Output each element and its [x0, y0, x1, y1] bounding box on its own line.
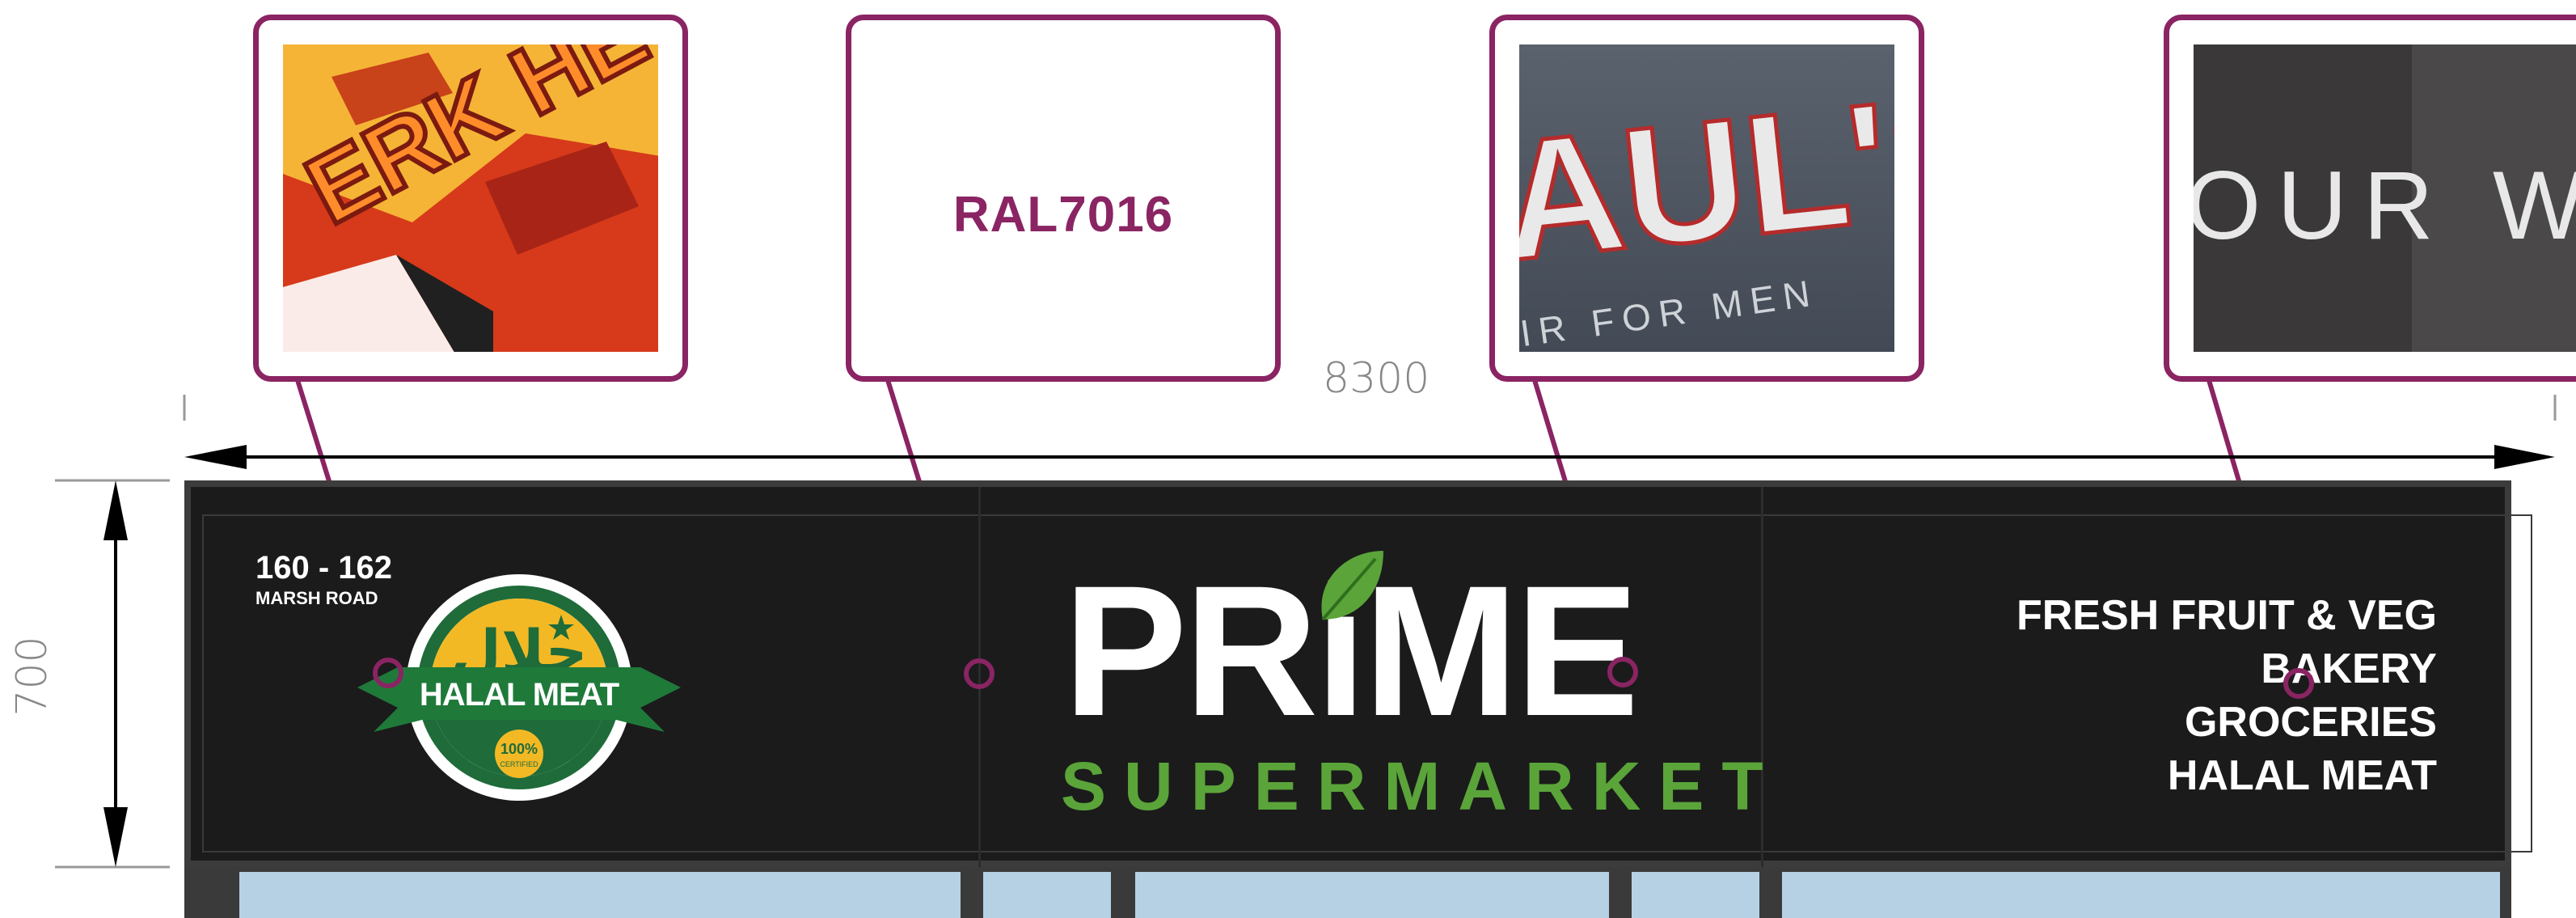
- badge-ribbon-text: HALAL MEAT: [420, 677, 619, 713]
- halal-badge-icon: حلال HALAL MEAT 100% CERTIFIED: [357, 574, 681, 801]
- services-list: FRESH FRUIT & VEG BAKERY GROCERIES HALAL…: [1871, 589, 2437, 802]
- leaf-icon: [1321, 551, 1383, 621]
- prime-logo-me: ME: [1363, 547, 1639, 755]
- window-pane-4: [1632, 872, 1759, 918]
- window-pane-2: [983, 872, 1111, 918]
- height-dimension-label: 700: [7, 636, 57, 717]
- dimension-arrow-icon: [183, 395, 2557, 469]
- service-item-1: FRESH FRUIT & VEG: [2016, 592, 2437, 639]
- height-dimension: [55, 479, 170, 869]
- service-item-4: HALAL MEAT: [2167, 752, 2437, 799]
- leader-marker-2: [964, 658, 995, 689]
- width-dimension-label: 8300: [1323, 354, 1430, 403]
- supermarket-subtitle: SUPERMARKET: [1061, 748, 1781, 824]
- leader-marker-4: [2283, 668, 2314, 699]
- badge-seal-line1: 100%: [500, 741, 538, 757]
- service-item-3: GROCERIES: [2184, 699, 2437, 746]
- leader-marker-3: [1607, 657, 1638, 687]
- window-pane-3: [1135, 872, 1609, 918]
- badge-seal-line2: CERTIFIED: [500, 760, 538, 768]
- prime-logo-pr: PR: [1063, 547, 1319, 755]
- window-pane-1: [239, 872, 961, 918]
- window-pane-5: [1782, 872, 2500, 918]
- service-item-2: BAKERY: [2261, 645, 2437, 692]
